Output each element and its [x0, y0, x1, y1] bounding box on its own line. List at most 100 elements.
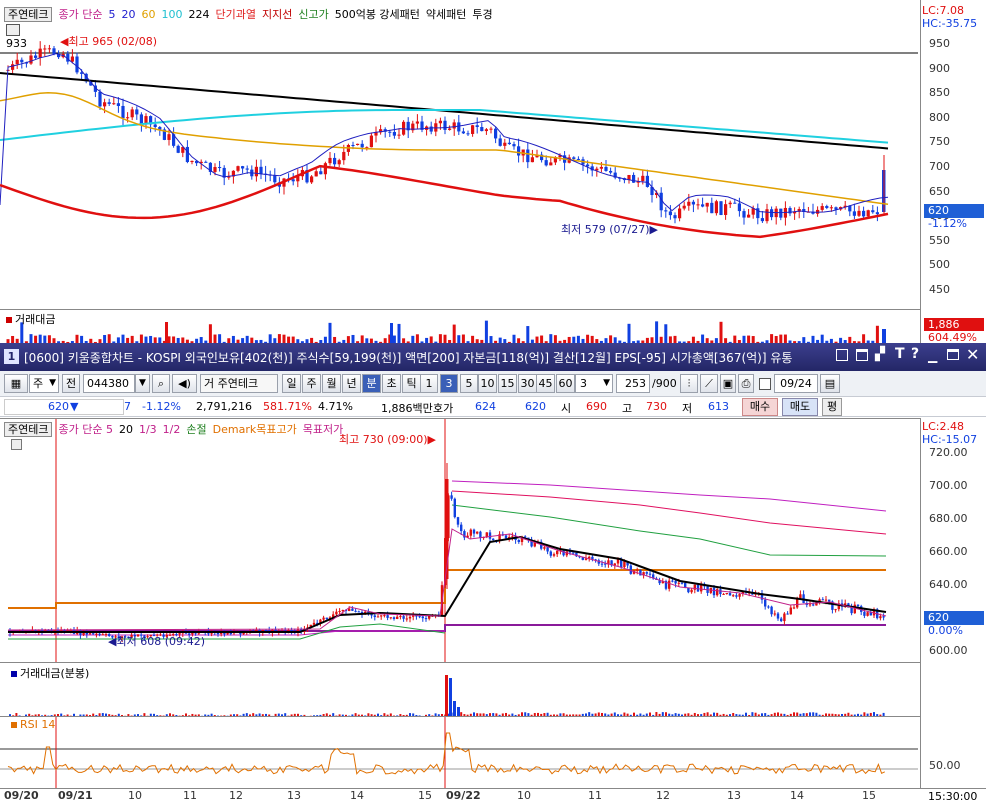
stock-name-button[interactable]: 주연테크: [4, 6, 53, 22]
minute-tab[interactable]: 15: [498, 374, 517, 393]
minute-tab[interactable]: 30: [518, 374, 537, 393]
minute-candle-body: [396, 616, 399, 619]
legend-close-ma5[interactable]: 종가 단순 5: [58, 421, 112, 437]
rsi-pane[interactable]: [0, 716, 920, 790]
type-select-icon[interactable]: ▦: [4, 374, 28, 393]
stock-name-field[interactable]: 거 주연테크: [200, 374, 278, 393]
weekly-candle-body: [696, 204, 700, 206]
prev-button[interactable]: 전: [62, 374, 80, 393]
minute-price-chart[interactable]: [0, 419, 920, 663]
legend-demark-high[interactable]: Demark목표고가: [213, 421, 297, 437]
candle-type-icon[interactable]: ⫶: [680, 374, 698, 393]
text-tool-icon[interactable]: T: [895, 346, 905, 362]
eval-button[interactable]: 평: [822, 398, 842, 416]
legend-weak-pattern[interactable]: 약세패턴: [426, 6, 466, 22]
legend-overheat[interactable]: 단기과열: [215, 6, 255, 22]
minute-candle-body: [479, 531, 482, 539]
search-icon[interactable]: ⌕: [152, 374, 170, 393]
chart-tool-icon[interactable]: ▞: [875, 347, 885, 362]
legend-ma20[interactable]: 20: [119, 423, 133, 436]
minute-candle-body: [98, 633, 101, 635]
minute-tab[interactable]: 10: [478, 374, 497, 393]
weekly-volume-bar: [719, 321, 723, 344]
support-band-line: [0, 164, 889, 239]
minute-candle-body: [696, 584, 700, 592]
stock-code-input[interactable]: 044380: [83, 374, 135, 393]
legend-new-high[interactable]: 신고가: [298, 6, 328, 22]
bottom-stock-button[interactable]: 주연테크: [4, 421, 53, 437]
minute-price-pane[interactable]: [0, 418, 920, 663]
top-y-tick: 900: [929, 61, 950, 75]
minute-tab[interactable]: 60: [556, 374, 575, 393]
legend-ma100[interactable]: 100: [161, 8, 182, 21]
link-icon[interactable]: [836, 349, 848, 361]
weekly-candle-body: [323, 163, 327, 175]
period-tab[interactable]: 일: [282, 374, 301, 393]
weekly-candle-body: [576, 158, 580, 160]
chart-toolbar: ▦ 주 ▼ 전 044380 ▼ ⌕ ◀) 거 주연테크 일주월년분초틱 1351…: [0, 371, 986, 397]
minute-tab[interactable]: 3: [440, 374, 458, 393]
legend-ma20[interactable]: 20: [121, 8, 135, 21]
minute-volume-chart[interactable]: [0, 663, 920, 717]
y-tick-600: 600.00: [929, 644, 968, 657]
period-tab[interactable]: 분: [362, 374, 381, 393]
bid-label: 호가: [433, 402, 454, 415]
legend-ma-label[interactable]: 종가 단순: [58, 6, 102, 22]
grid-toggle-icon[interactable]: [6, 24, 20, 36]
minimize-icon[interactable]: ▁: [928, 349, 937, 363]
type-select[interactable]: 주 ▼: [29, 374, 59, 393]
legend-support[interactable]: 지지선: [262, 6, 292, 22]
help-icon[interactable]: ?: [911, 346, 919, 362]
date-input[interactable]: 09/24: [774, 374, 818, 393]
weekly-volume-chart[interactable]: [0, 310, 920, 344]
period-tab[interactable]: 년: [342, 374, 361, 393]
minute-candle-body: [428, 616, 431, 619]
rsi-chart[interactable]: [0, 717, 920, 790]
period-tab[interactable]: 월: [322, 374, 341, 393]
line-type-icon[interactable]: ⟋: [700, 374, 718, 393]
period-tab[interactable]: 초: [382, 374, 401, 393]
sell-button[interactable]: 매도: [782, 398, 818, 416]
data-count-input[interactable]: 253: [616, 374, 650, 393]
calendar-icon[interactable]: ▤: [820, 374, 840, 393]
maximize-icon[interactable]: [947, 349, 959, 360]
y-tick-680: 680.00: [929, 512, 968, 525]
legend-demark-low[interactable]: 목표저가: [303, 421, 343, 437]
buy-button[interactable]: 매수: [742, 398, 778, 416]
legend-ma5[interactable]: 5: [108, 8, 115, 21]
speaker-icon[interactable]: ◀): [172, 374, 197, 393]
weekly-volume-pane[interactable]: [0, 309, 920, 344]
minute-candle-body: [866, 612, 869, 616]
legend-strong-pattern[interactable]: 500억봉 강세패턴: [335, 6, 420, 22]
minute-tab[interactable]: 45: [536, 374, 555, 393]
legend-stop-loss[interactable]: 손절: [186, 421, 206, 437]
period-tab[interactable]: 틱: [402, 374, 421, 393]
weekly-candle-body: [241, 166, 245, 169]
save-icon[interactable]: ▣: [720, 374, 736, 393]
period-tab[interactable]: 주: [302, 374, 321, 393]
print-icon[interactable]: ⎙: [738, 374, 754, 393]
weekly-candle-body: [484, 129, 488, 132]
window-number[interactable]: 1: [4, 349, 19, 364]
legend-one-third[interactable]: 1/3: [139, 423, 157, 436]
legend-ma60[interactable]: 60: [141, 8, 155, 21]
weekly-candle-body: [47, 48, 51, 50]
bottom-grid-icon[interactable]: [11, 439, 22, 450]
weekly-candle-body: [314, 171, 318, 177]
minute-candle-body: [639, 569, 642, 576]
weekly-candle-body: [107, 102, 111, 104]
weekly-volume-title-text: 거래대금: [15, 313, 56, 326]
legend-ma224[interactable]: 224: [188, 8, 209, 21]
close-icon[interactable]: ✕: [966, 345, 979, 364]
date-checkbox[interactable]: [759, 378, 771, 390]
legend-investment-warning[interactable]: 투경: [472, 6, 492, 22]
count-select[interactable]: 3 ▼: [575, 374, 613, 393]
minute-tab[interactable]: 1: [420, 374, 438, 393]
minute-tab[interactable]: 5: [460, 374, 478, 393]
legend-half[interactable]: 1/2: [163, 423, 181, 436]
window-title-bar[interactable]: 1 [0600] 키움종합차트 - KOSPI 외국인보유[402(천)] 주식…: [0, 343, 986, 371]
code-dropdown-icon[interactable]: ▼: [135, 374, 150, 393]
minute-volume-pane[interactable]: [0, 662, 920, 717]
minute-candle-body: [728, 593, 732, 596]
layout-icon[interactable]: [856, 349, 868, 361]
